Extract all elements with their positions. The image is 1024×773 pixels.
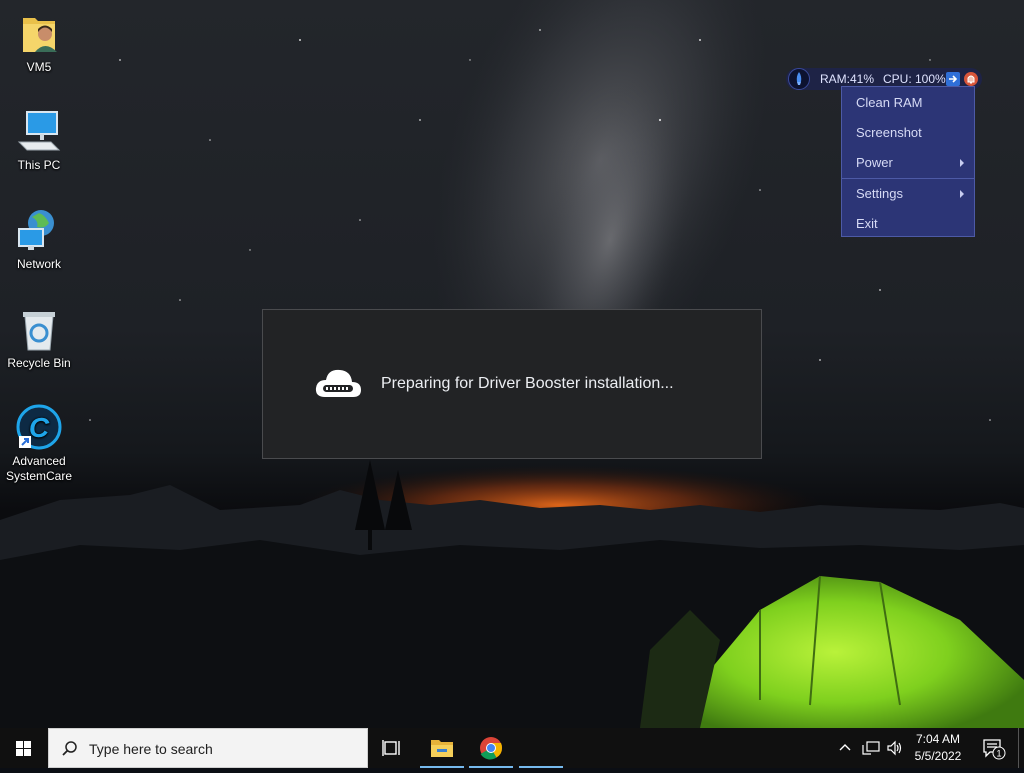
menu-item-settings[interactable]: Settings — [842, 179, 974, 207]
installer-status-text: Preparing for Driver Booster installatio… — [381, 375, 674, 392]
notification-icon: 1 — [983, 739, 1006, 760]
user-folder-icon — [15, 10, 63, 58]
submenu-arrow-icon — [960, 190, 964, 198]
menu-item-label: Clean RAM — [856, 95, 923, 110]
menu-item-screenshot[interactable]: Screenshot — [842, 118, 974, 146]
computer-icon — [15, 108, 63, 156]
menu-item-label: Screenshot — [856, 125, 922, 140]
advanced-systemcare-icon: C — [15, 404, 63, 452]
desktop-icon-advanced-systemcare[interactable]: C Advanced SystemCare — [4, 404, 74, 484]
menu-item-exit[interactable]: Exit — [842, 209, 974, 237]
desktop-icon-recycle-bin[interactable]: Recycle Bin — [4, 306, 74, 371]
start-button[interactable] — [0, 728, 48, 768]
cpu-usage: CPU: 100% — [883, 72, 946, 86]
windows-logo-icon — [16, 741, 31, 756]
menu-item-label: Settings — [856, 186, 903, 201]
desktop-icon-vm5[interactable]: VM5 — [4, 10, 74, 75]
menu-item-label: Power — [856, 155, 893, 170]
network-icon[interactable] — [862, 740, 880, 761]
bell-icon[interactable] — [964, 72, 978, 86]
folder-icon — [431, 740, 453, 757]
ram-usage: RAM:41% — [820, 72, 875, 86]
clock-date: 5/5/2022 — [914, 749, 962, 763]
clock-time: 7:04 AM — [915, 732, 961, 746]
desktop-icon-network[interactable]: Network — [4, 207, 74, 272]
notification-count: 1 — [996, 749, 1001, 759]
submenu-arrow-icon — [960, 159, 964, 167]
show-desktop-button[interactable] — [1018, 728, 1019, 768]
taskbar-chrome[interactable] — [467, 728, 515, 768]
desktop-icon-this-pc[interactable]: This PC — [4, 108, 74, 173]
installer-progress-dialog: Preparing for Driver Booster installatio… — [262, 309, 762, 459]
task-view-button[interactable] — [368, 728, 416, 768]
taskbar: Type here to search 7:04 AM 5/5/2022 1 — [0, 728, 1024, 768]
desktop-icon-label: This PC — [17, 158, 61, 172]
volume-icon[interactable] — [886, 740, 904, 761]
menu-item-power[interactable]: Power — [842, 148, 974, 176]
chrome-icon — [480, 737, 503, 760]
show-hidden-icons-chevron[interactable] — [838, 741, 852, 760]
desktop-icon-label: Recycle Bin — [7, 356, 71, 370]
arrow-right-icon[interactable] — [946, 72, 960, 86]
rocket-icon[interactable] — [788, 68, 810, 90]
taskbar-clock[interactable]: 7:04 AM 5/5/2022 — [912, 731, 964, 765]
menu-item-label: Exit — [856, 216, 878, 231]
search-placeholder: Type here to search — [89, 741, 213, 757]
desktop-icon-label: Network — [16, 257, 61, 271]
taskbar-search-box[interactable]: Type here to search — [48, 728, 368, 768]
desktop-icon-label: VM5 — [26, 60, 52, 74]
menu-item-clean-ram[interactable]: Clean RAM — [842, 88, 974, 116]
taskbar-app-slot[interactable] — [517, 728, 563, 768]
action-center-button[interactable]: 1 — [982, 738, 1006, 765]
network-globe-icon — [15, 207, 63, 255]
taskbar-file-explorer[interactable] — [418, 728, 466, 768]
search-icon — [61, 740, 79, 763]
cloud-download-icon — [313, 365, 363, 408]
monitor-context-menu: Clean RAM Screenshot Power Settings Exit — [841, 86, 975, 237]
desktop-icon-label: Advanced SystemCare — [5, 454, 73, 483]
recycle-bin-icon — [15, 306, 63, 354]
task-view-icon — [382, 740, 400, 756]
svg-text:C: C — [29, 412, 50, 443]
